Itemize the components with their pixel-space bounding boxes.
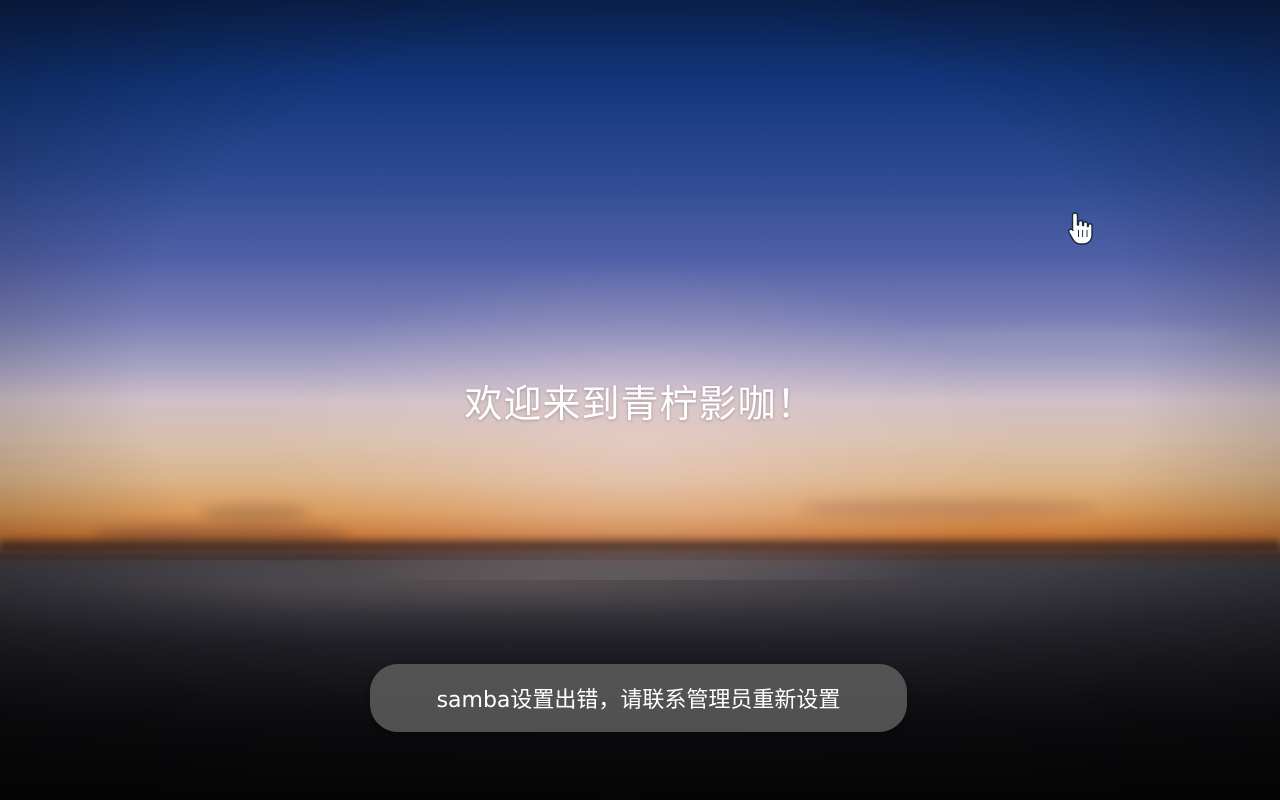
welcome-message: 欢迎来到青柠影咖！ xyxy=(464,382,816,426)
home-screen: 欢迎来到青柠影咖！ samba设置出错，请联系管理员重新设置 xyxy=(0,0,1280,800)
error-toast: samba设置出错，请联系管理员重新设置 xyxy=(370,664,907,732)
hand-pointer-icon xyxy=(1067,212,1093,245)
toast-message: samba设置出错，请联系管理员重新设置 xyxy=(436,688,841,713)
